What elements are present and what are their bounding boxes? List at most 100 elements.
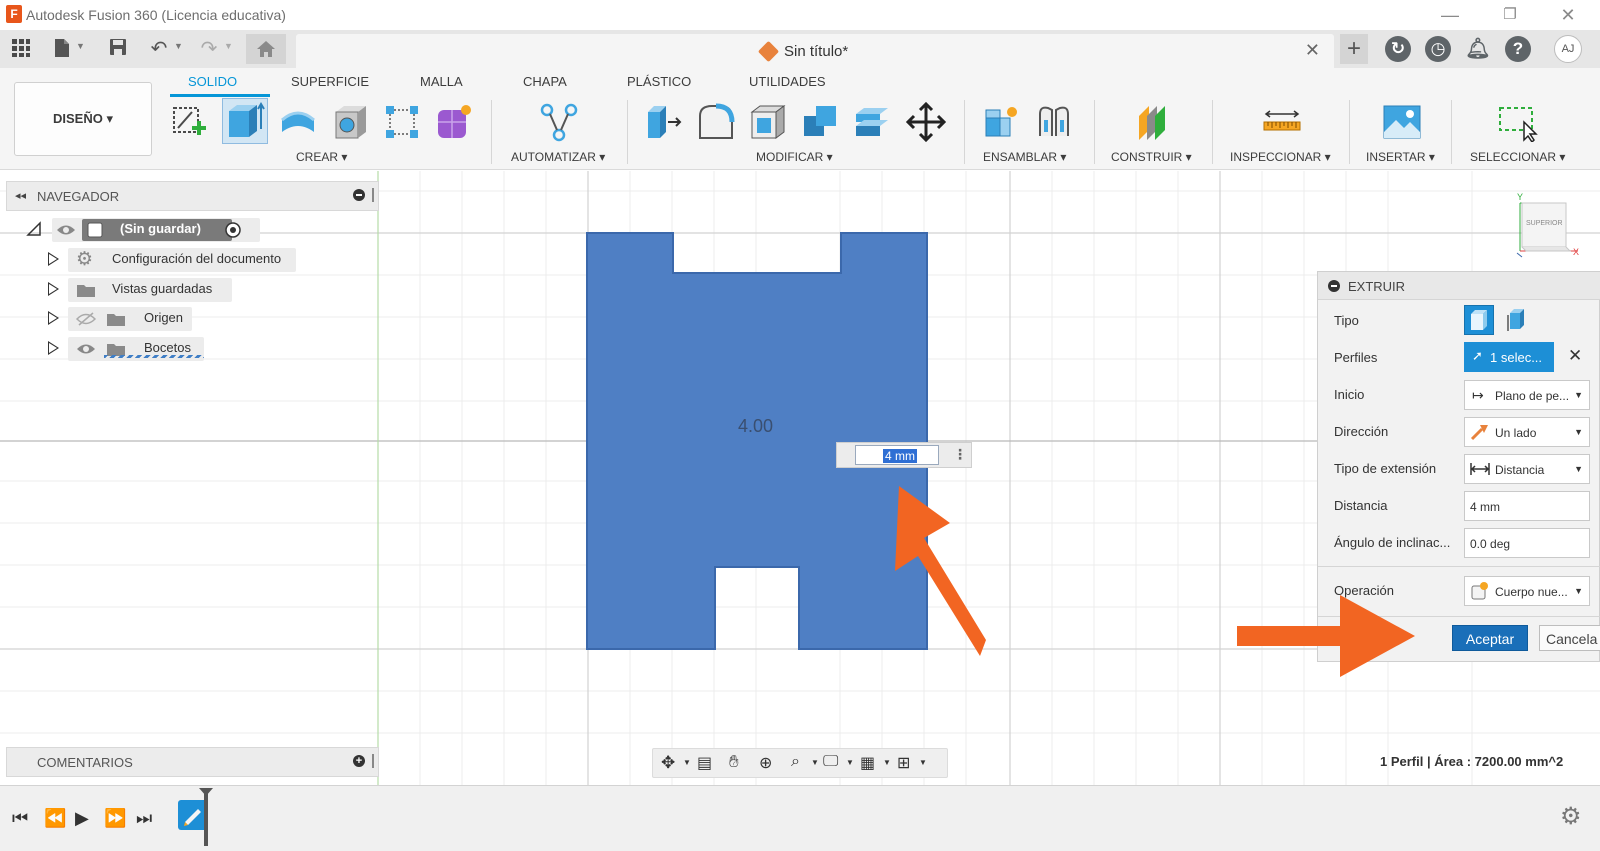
distance-input[interactable]: 4 mm [855,445,939,465]
group-crear[interactable]: CREAR ▾ [296,150,347,164]
collapse-navigator-icon[interactable]: ◂◂ [15,189,26,202]
add-comment-icon[interactable]: + [353,755,365,767]
solid-type-icon[interactable] [1464,305,1494,335]
group-seleccionar[interactable]: SELECCIONAR ▾ [1470,150,1565,164]
collapse-arrow-icon[interactable] [26,221,42,237]
zoom-icon[interactable]: ⊕ [759,753,772,773]
tree-item-origin[interactable]: Origen [48,307,198,331]
profiles-selection-button[interactable]: ➚ 1 selec... [1464,342,1554,372]
grid-dropdown-icon[interactable]: ▼ [883,758,891,767]
distance-heads-up-input[interactable]: 4 mm ⋮ [836,442,972,468]
eye-icon[interactable] [56,223,76,237]
undo-dropdown-icon[interactable]: ▼ [174,41,183,51]
direccion-select[interactable]: Un lado ▼ [1464,417,1590,447]
go-to-end-icon[interactable]: ⏭ [136,808,152,829]
help-icon[interactable]: ? [1505,36,1531,62]
display-settings-icon[interactable]: 🖵︎ [823,753,838,771]
tree-item-sketches[interactable]: Bocetos [48,337,218,361]
inicio-select[interactable]: ↦ Plano de pe... ▼ [1464,380,1590,410]
play-icon[interactable]: ▶ [75,808,89,829]
angulo-input[interactable]: 0.0 deg [1464,528,1590,558]
offset-face-icon[interactable] [852,102,890,140]
tree-item-document-settings[interactable]: ⚙ Configuración del documento [48,248,298,272]
create-form-icon[interactable] [434,102,472,140]
close-tab-icon[interactable]: ✕ [1305,40,1320,61]
document-tab[interactable]: Sin título* ✕ [296,34,1334,68]
tab-plastico[interactable]: PLÁSTICO [627,74,691,89]
tab-superficie[interactable]: SUPERFICIE [291,74,369,89]
app-grid-icon[interactable] [10,38,32,60]
restore-icon[interactable]: ❐ [1490,3,1530,27]
group-insertar[interactable]: INSERTAR ▾ [1366,150,1435,164]
grid-settings-icon[interactable]: ▦ [860,753,875,773]
window-select-icon[interactable] [1498,102,1538,144]
step-back-icon[interactable]: ⏪ [44,808,66,829]
pattern-icon[interactable] [382,102,420,140]
tree-root-row[interactable]: (Sin guardar) [26,218,260,242]
create-sketch-icon[interactable] [170,102,208,140]
hidden-eye-icon[interactable] [76,312,96,326]
navigator-panel-header[interactable]: ◂◂ NAVEGADOR [6,181,379,211]
new-tab-plus-icon[interactable]: + [1340,34,1368,64]
expand-arrow-icon[interactable] [48,341,59,355]
clear-selection-icon[interactable]: ✕ [1568,346,1582,366]
redo-dropdown-icon[interactable]: ▼ [224,41,233,51]
activate-radio-icon[interactable] [224,221,242,239]
expand-arrow-icon[interactable] [48,252,59,266]
extrude-dialog-header[interactable]: EXTRUIR [1318,272,1600,300]
expand-arrow-icon[interactable] [48,311,59,325]
timeline-marker[interactable] [204,790,208,846]
collapse-dialog-icon[interactable] [1328,280,1340,292]
step-forward-icon[interactable]: ⏩ [104,808,126,829]
undo-icon[interactable]: ↶ [148,38,170,60]
insert-image-icon[interactable] [1382,102,1421,140]
viewports-dropdown-icon[interactable]: ▼ [919,758,927,767]
eye-icon[interactable] [76,342,96,356]
pan-hand-icon[interactable]: ✋︎ [729,752,739,772]
accept-button[interactable]: Aceptar [1452,625,1528,651]
timeline-settings-gear-icon[interactable]: ⚙ [1560,802,1582,831]
automate-icon[interactable] [539,102,578,142]
measure-icon[interactable] [1262,102,1301,140]
comments-drag-handle[interactable] [372,754,374,768]
file-dropdown-icon[interactable]: ▼ [76,41,85,51]
shell-icon[interactable] [748,102,786,140]
thin-type-icon[interactable] [1502,305,1532,335]
distancia-input[interactable]: 4 mm [1464,491,1590,521]
comments-panel-header[interactable]: COMENTARIOS + [6,747,379,777]
timeline-marker-head[interactable] [199,788,213,796]
fit-zoom-icon[interactable]: ⌕ [791,753,800,771]
tab-malla[interactable]: MALLA [420,74,463,89]
offset-plane-icon[interactable] [1133,102,1171,140]
group-modificar[interactable]: MODIFICAR ▾ [756,150,833,164]
combine-icon[interactable] [800,102,838,140]
close-window-icon[interactable]: ✕ [1548,3,1588,27]
revolve-icon[interactable] [278,102,316,140]
orbit-icon[interactable]: ✥ [661,753,675,773]
group-inspeccionar[interactable]: INSPECCIONAR ▾ [1230,150,1331,164]
tab-utilidades[interactable]: UTILIDADES [749,74,826,89]
hole-icon[interactable] [330,102,368,140]
user-avatar[interactable]: AJ [1554,35,1582,63]
extensions-icon[interactable]: ↻ [1385,36,1411,62]
file-icon[interactable] [52,38,72,60]
tab-chapa[interactable]: CHAPA [523,74,567,89]
zoom-dropdown-icon[interactable]: ▼ [811,758,819,767]
redo-icon[interactable]: ↷ [198,38,220,60]
extrude-icon[interactable] [222,98,268,144]
notifications-bell-icon[interactable]: 🔔︎ [1465,36,1491,62]
viewports-icon[interactable]: ⊞ [897,753,910,773]
group-construir[interactable]: CONSTRUIR ▾ [1111,150,1192,164]
display-dropdown-icon[interactable]: ▼ [846,758,854,767]
expand-arrow-icon[interactable] [48,282,59,296]
go-to-start-icon[interactable]: ⏮ [12,808,28,829]
operacion-select[interactable]: Cuerpo nue... ▼ [1464,576,1590,606]
view-cube[interactable]: X Y SUPERIOR [1500,191,1600,261]
look-at-icon[interactable]: ▤ [697,753,712,773]
new-component-icon[interactable] [982,102,1020,140]
cancel-button[interactable]: Cancela [1539,625,1600,651]
fillet-icon[interactable] [696,102,735,140]
workspace-switcher-button[interactable]: DISEÑO ▾ [14,82,152,156]
more-options-icon[interactable]: ⋮ [953,446,967,463]
tree-item-saved-views[interactable]: Vistas guardadas [48,278,238,302]
